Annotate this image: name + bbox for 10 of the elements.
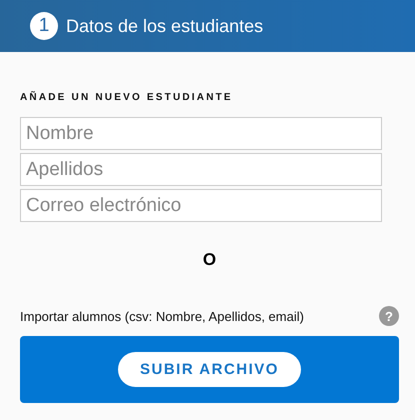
separator-text: O (202, 250, 218, 270)
input-field[interactable]: Apellidos (20, 153, 382, 186)
help-icon[interactable]: ? (379, 306, 399, 326)
import-label: Importar alumnos (csv: Nombre, Apellidos, email) (20, 308, 304, 324)
section-title: Datos de los estudiantes (66, 16, 264, 36)
input-field[interactable]: Correo electrónico (20, 189, 382, 222)
form-heading: AÑADE UN NUEVO ESTUDIANTE (20, 92, 234, 103)
upload-button[interactable]: SUBIR ARCHIVO (118, 352, 301, 387)
step-badge: 1 (30, 12, 58, 40)
input-field[interactable]: Nombre (20, 117, 382, 150)
